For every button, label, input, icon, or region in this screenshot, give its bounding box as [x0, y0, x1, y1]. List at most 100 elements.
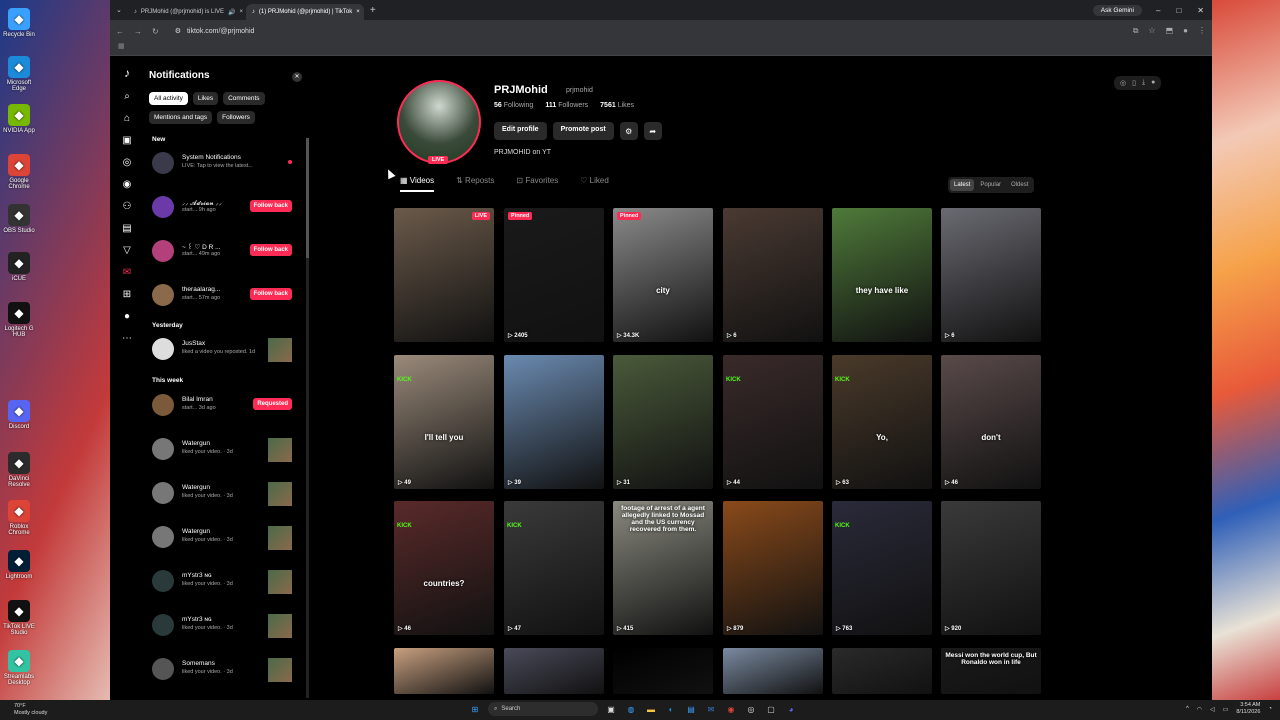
apps-icon[interactable]: ▦: [118, 43, 125, 50]
notifications-scrollbar[interactable]: [306, 138, 309, 698]
clock[interactable]: 3:54 AM 8/11/2026: [1236, 702, 1260, 716]
share-icon[interactable]: ➦: [643, 122, 662, 140]
ask-gemini-button[interactable]: Ask Gemini: [1092, 4, 1142, 16]
video-card[interactable]: [613, 648, 713, 694]
home-icon[interactable]: ⌂: [120, 112, 134, 126]
notification-item[interactable]: Somemans liked your video. · 3d: [152, 658, 292, 684]
video-card[interactable]: footage of arrest of a agent allegedly l…: [613, 501, 713, 635]
store-icon[interactable]: ▤: [684, 702, 698, 716]
back-icon[interactable]: ←: [116, 27, 124, 36]
avatar[interactable]: [152, 196, 174, 218]
following-stat[interactable]: 56 Following: [494, 102, 533, 109]
tab-favorites[interactable]: ⊡ Favorites: [516, 176, 558, 192]
avatar[interactable]: [152, 526, 174, 548]
notification-item[interactable]: ⸝⸝ 𝓐𝓭𝓻𝓲𝓪𝓷 ⸝⸝ start... 9h ago Follow back: [152, 196, 292, 222]
video-card[interactable]: [723, 648, 823, 694]
desktop-icon[interactable]: ◆ Logitech G HUB: [2, 302, 36, 338]
scrollbar-thumb[interactable]: [306, 138, 309, 258]
video-card[interactable]: Pinned city ▷ 34.3K: [613, 208, 713, 342]
explore-icon[interactable]: ◎: [120, 156, 134, 170]
sort-latest[interactable]: Latest: [950, 179, 975, 191]
follow-back-button[interactable]: Follow back: [249, 200, 292, 212]
sort-oldest[interactable]: Oldest: [1007, 179, 1032, 191]
notification-item[interactable]: System Notifications LIVE: Tap to view th…: [152, 152, 292, 178]
user-avatar-icon[interactable]: ●: [1151, 79, 1155, 87]
notification-item[interactable]: Bilal Imran start... 3d ago Requested: [152, 394, 292, 420]
minimize-icon[interactable]: –: [1156, 6, 1160, 15]
avatar[interactable]: [152, 284, 174, 306]
activity-icon[interactable]: ▽: [120, 244, 134, 258]
close-tab-icon[interactable]: ×: [239, 9, 243, 15]
coins-toolbar-icon[interactable]: ◎: [1120, 79, 1126, 87]
desktop-icon[interactable]: ◆ DaVinci Resolve: [2, 452, 36, 488]
desktop-icon[interactable]: ◆ Roblox Chrome: [2, 500, 36, 536]
desktop-icon[interactable]: ◆ TikTok LIVE Studio: [2, 600, 36, 636]
video-card[interactable]: KICK ▷ 763: [832, 501, 932, 635]
avatar[interactable]: [152, 482, 174, 504]
video-thumbnail[interactable]: [268, 570, 292, 594]
video-card[interactable]: they have like: [832, 208, 932, 342]
video-card[interactable]: ▷ 879: [723, 501, 823, 635]
site-info-icon[interactable]: ⚙: [175, 27, 181, 35]
follow-back-button[interactable]: Follow back: [249, 288, 292, 300]
menu-icon[interactable]: ⋮: [1198, 26, 1206, 36]
close-window-icon[interactable]: ✕: [1197, 6, 1204, 15]
download-icon[interactable]: ⤓: [1142, 79, 1145, 87]
close-tab-icon[interactable]: ×: [356, 9, 360, 15]
desktop-icon[interactable]: ◆ OBS Studio: [2, 204, 36, 234]
notifications-bell-icon[interactable]: ◔: [1268, 706, 1272, 712]
windows-start-icon[interactable]: ⊞: [468, 702, 482, 716]
filter-comments[interactable]: Comments: [223, 92, 265, 105]
edge-taskbar-icon[interactable]: ◐: [664, 702, 678, 716]
extensions-icon[interactable]: ⬒: [1166, 26, 1174, 36]
copilot-icon[interactable]: ◍: [624, 702, 638, 716]
avatar[interactable]: [152, 658, 174, 680]
promote-post-button[interactable]: Promote post: [552, 122, 614, 140]
video-card[interactable]: ▷ 39: [504, 355, 604, 489]
video-card[interactable]: Pinned ▷ 2405: [504, 208, 604, 342]
avatar[interactable]: [152, 240, 174, 262]
filter-likes[interactable]: Likes: [192, 92, 219, 105]
followers-stat[interactable]: 111 Followers: [545, 102, 588, 109]
avatar[interactable]: [152, 338, 174, 360]
avatar[interactable]: [152, 394, 174, 416]
mail-icon[interactable]: ✉: [704, 702, 718, 716]
desktop-icon[interactable]: ◆ Discord: [2, 400, 36, 430]
tab-liked[interactable]: ♡ Liked: [580, 176, 609, 192]
phone-icon[interactable]: ▯: [1132, 79, 1136, 87]
messages-icon[interactable]: ✉: [120, 266, 134, 280]
forward-icon[interactable]: →: [134, 27, 142, 36]
url-field[interactable]: ⚙ tiktok.com/@prjmohid: [169, 23, 1123, 39]
more-icon[interactable]: ⋯: [120, 332, 134, 346]
file-explorer-icon[interactable]: ▬: [644, 702, 658, 716]
video-card[interactable]: [504, 648, 604, 694]
task-view-icon[interactable]: ▣: [604, 702, 618, 716]
notification-item[interactable]: Watergun liked your video. · 3d: [152, 438, 292, 464]
video-thumbnail[interactable]: [268, 526, 292, 550]
filter-mentions[interactable]: Mentions and tags: [149, 111, 213, 124]
desktop-icon[interactable]: ◆ Streamlabs Desktop: [2, 650, 36, 686]
taskbar-search[interactable]: ⌕ Search: [488, 702, 598, 716]
battery-icon[interactable]: ▭: [1223, 706, 1229, 713]
notification-item[interactable]: JusStax liked a video you reposted. 1d: [152, 338, 292, 364]
shop-icon[interactable]: ▣: [120, 134, 134, 148]
profile-avatar-icon[interactable]: ◉: [120, 178, 134, 192]
avatar[interactable]: [152, 614, 174, 636]
maximize-icon[interactable]: □: [1176, 6, 1181, 15]
chrome-taskbar-icon[interactable]: ◉: [724, 702, 738, 716]
notification-item[interactable]: Watergun liked your video. · 3d: [152, 526, 292, 552]
notification-item[interactable]: Watergun liked your video. · 3d: [152, 482, 292, 508]
volume-icon[interactable]: ◁: [1210, 706, 1215, 713]
reload-icon[interactable]: ↻: [152, 27, 159, 36]
video-thumbnail[interactable]: [268, 658, 292, 682]
weather-widget[interactable]: 70°F Mostly cloudy: [14, 703, 47, 717]
notification-item[interactable]: mYstr3 ɴɢ liked your video. · 3d: [152, 570, 292, 596]
notification-item[interactable]: mYstr3 ɴɢ liked your video. · 3d: [152, 614, 292, 640]
close-notifications-icon[interactable]: ✕: [292, 72, 302, 82]
video-thumbnail[interactable]: [268, 438, 292, 462]
app-taskbar-icon[interactable]: ▢: [764, 702, 778, 716]
settings-gear-icon[interactable]: ⚙: [619, 122, 638, 140]
profile-icon[interactable]: ●: [1183, 26, 1188, 36]
video-card[interactable]: don't ▷ 46: [941, 355, 1041, 489]
discord-taskbar-icon[interactable]: ◕: [784, 702, 798, 716]
